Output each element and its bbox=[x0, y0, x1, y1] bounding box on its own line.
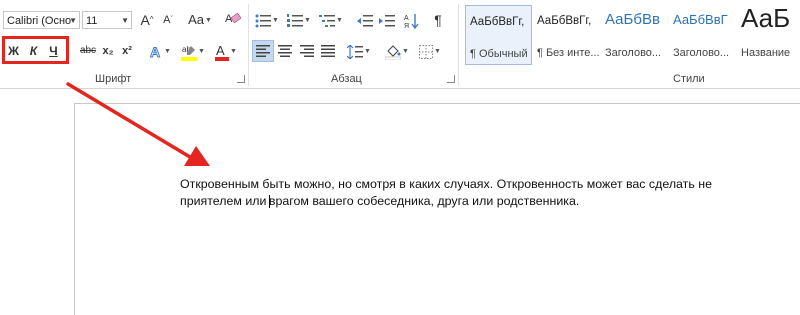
annotation-arrow-icon bbox=[66, 82, 210, 166]
